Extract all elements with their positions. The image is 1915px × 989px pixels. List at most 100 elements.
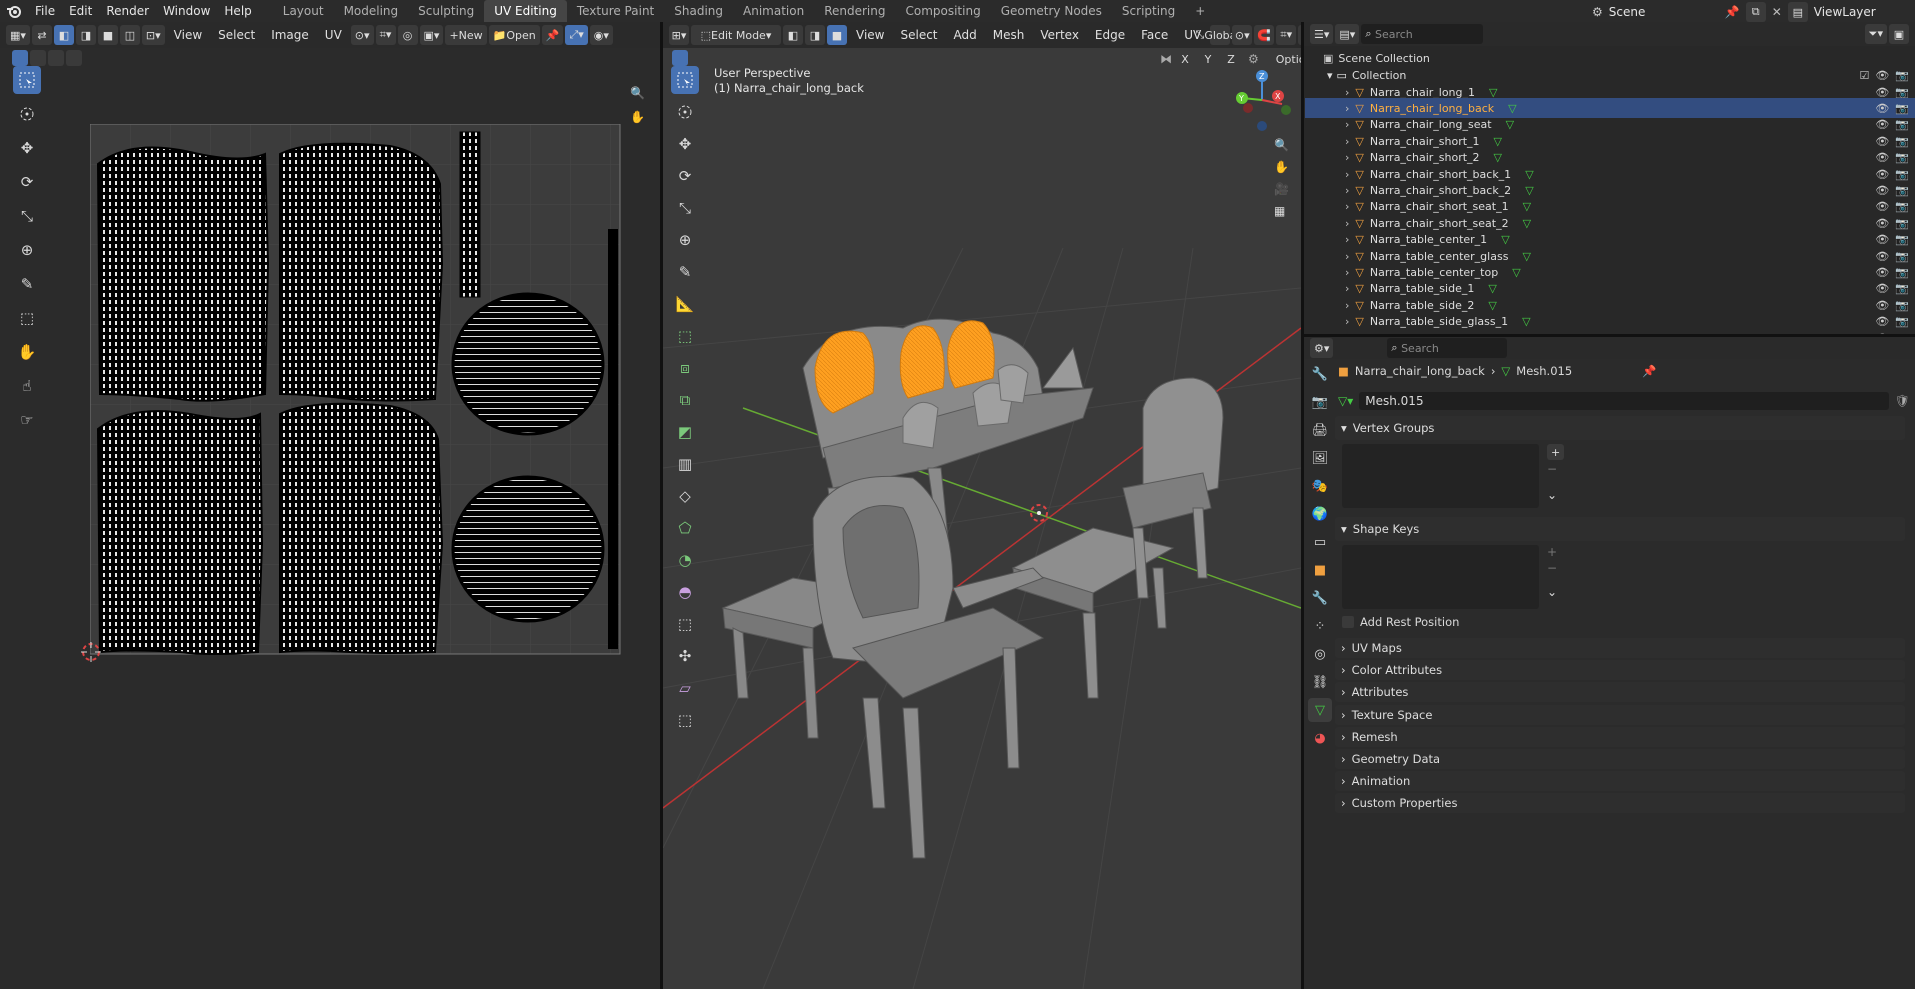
menu-render[interactable]: Render <box>99 0 156 22</box>
view-layer-name[interactable]: ViewLayer <box>1814 5 1904 19</box>
eye-icon[interactable]: 👁 <box>1875 200 1889 213</box>
property-section-header[interactable]: › Attributes <box>1335 682 1905 703</box>
vp-menu-mesh[interactable]: Mesh <box>986 28 1032 42</box>
scene-name[interactable]: Scene <box>1609 5 1719 19</box>
tab-shading[interactable]: Shading <box>664 0 733 22</box>
menu-help[interactable]: Help <box>217 0 258 22</box>
menu-file[interactable]: File <box>28 0 62 22</box>
menu-window[interactable]: Window <box>156 0 217 22</box>
delete-scene-icon[interactable]: ✕ <box>1772 5 1782 19</box>
checkbox-icon[interactable]: ☑ <box>1859 69 1869 82</box>
knife-tool-icon[interactable]: ◇ <box>671 482 699 510</box>
vp-annotate-tool-icon[interactable]: ✎ <box>671 258 699 286</box>
vp-zoom-icon[interactable]: 🔍 <box>1274 138 1289 152</box>
mesh-selector[interactable]: ▽▾ Mesh.015 🛡 <box>1338 391 1910 411</box>
vp-menu-vertex[interactable]: Vertex <box>1033 28 1086 42</box>
uv-menu-image[interactable]: Image <box>264 28 316 42</box>
uv-canvas[interactable] <box>90 124 622 656</box>
expand-chevron-icon[interactable]: › <box>1345 168 1349 181</box>
view-layer-tab-icon[interactable]: 🖼 <box>1308 446 1332 470</box>
select-subtract-icon[interactable] <box>48 50 64 66</box>
property-section-header[interactable]: › Animation <box>1335 771 1905 792</box>
eye-icon[interactable]: 👁 <box>1875 69 1889 82</box>
expand-chevron-icon[interactable]: › <box>1345 200 1349 213</box>
mesh-data-badge-icon[interactable]: ▽ <box>1512 266 1520 279</box>
vertex-groups-list[interactable] <box>1342 444 1539 508</box>
mesh-data-badge-icon[interactable]: ▽ <box>1523 200 1531 213</box>
camera-icon[interactable]: 📷 <box>1895 102 1909 115</box>
open-image-button[interactable]: 📁 Open <box>488 25 540 45</box>
object-tab-icon[interactable]: ■ <box>1308 558 1332 582</box>
physics-tab-icon[interactable]: ◎ <box>1308 642 1332 666</box>
rotate-tool-icon[interactable]: ⟳ <box>13 168 41 196</box>
add-vertex-group-button[interactable]: + <box>1547 444 1565 460</box>
poly-build-tool-icon[interactable]: ⬠ <box>671 514 699 542</box>
mesh-data-badge-icon[interactable]: ▽ <box>1488 282 1496 295</box>
pin-data-icon[interactable]: 📌 <box>1642 364 1656 378</box>
eye-icon[interactable]: 👁 <box>1875 250 1889 263</box>
image-browse-icon[interactable]: ▣▾ <box>419 25 444 45</box>
camera-icon[interactable]: 📷 <box>1895 135 1909 148</box>
bevel-tool-icon[interactable]: ◩ <box>671 418 699 446</box>
proportional-icon[interactable]: ◎ <box>397 25 418 45</box>
pin-icon[interactable]: 📌 <box>1725 5 1740 19</box>
render-tab-icon[interactable]: 📷 <box>1308 390 1332 414</box>
vp-cursor-tool-icon[interactable] <box>671 98 699 126</box>
collection-tab-icon[interactable]: ▭ <box>1308 530 1332 554</box>
shape-keys-list[interactable] <box>1342 545 1539 609</box>
scene-tab-icon[interactable]: 🎭 <box>1308 474 1332 498</box>
filter-icon[interactable]: ⏷▾ <box>1864 24 1887 44</box>
shape-keys-panel-header[interactable]: ▾ Shape Keys <box>1335 517 1905 541</box>
eye-icon[interactable]: 👁 <box>1875 282 1889 295</box>
eye-icon[interactable]: 👁 <box>1875 266 1889 279</box>
add-rest-position-row[interactable]: Add Rest Position <box>1342 615 1459 629</box>
select-new-icon[interactable] <box>12 50 28 66</box>
camera-icon[interactable]: 📷 <box>1895 184 1909 197</box>
select-extend-icon[interactable] <box>30 50 46 66</box>
shear-tool-icon[interactable]: ▱ <box>671 674 699 702</box>
expand-chevron-icon[interactable]: › <box>1345 184 1349 197</box>
viewport-scene[interactable] <box>663 48 1301 989</box>
camera-icon[interactable]: 📷 <box>1895 315 1909 328</box>
modifier-tab-icon[interactable]: 🔧 <box>1308 586 1332 610</box>
expand-chevron-icon[interactable]: › <box>1345 299 1349 312</box>
tab-layout[interactable]: Layout <box>273 0 334 22</box>
vertex-group-menu-icon[interactable]: ⌄ <box>1547 488 1564 502</box>
outliner-search-field[interactable]: ⌕ Search <box>1361 24 1484 44</box>
pivot-icon[interactable]: ⊙▾ <box>350 25 374 45</box>
eye-icon[interactable]: 👁 <box>1875 184 1889 197</box>
mesh-data-badge-icon[interactable]: ▽ <box>1525 168 1533 181</box>
face-mode-icon[interactable]: ■ <box>827 25 847 45</box>
mesh-data-badge-icon[interactable]: ▽ <box>1494 135 1502 148</box>
menu-edit[interactable]: Edit <box>62 0 99 22</box>
spin-tool-icon[interactable]: ◔ <box>671 546 699 574</box>
shape-key-menu-icon[interactable]: ⌄ <box>1547 585 1557 599</box>
expand-chevron-icon[interactable]: › <box>1345 282 1349 295</box>
vp-transform-tool-icon[interactable]: ⊕ <box>671 226 699 254</box>
zoom-icon[interactable]: 🔍 <box>630 86 645 100</box>
tool-tab-icon[interactable]: 🔧 <box>1308 362 1332 386</box>
particles-tab-icon[interactable]: ⁘ <box>1308 614 1332 638</box>
gizmo-icon[interactable]: ⤢▾ <box>565 25 588 45</box>
grab-tool-icon[interactable]: ✋ <box>13 338 41 366</box>
property-section-header[interactable]: › UV Maps <box>1335 638 1905 658</box>
property-section-header[interactable]: › Texture Space <box>1335 704 1905 725</box>
outliner-type-icon[interactable]: ☰▾ <box>1310 24 1334 44</box>
data-tab-icon[interactable]: ▽ <box>1308 698 1332 722</box>
property-section-header[interactable]: › Remesh <box>1335 726 1905 747</box>
annotate-tool-icon[interactable]: ✎ <box>13 270 41 298</box>
mesh-name-field[interactable]: Mesh.015 <box>1359 392 1889 410</box>
edge-slide-tool-icon[interactable]: ⬚ <box>671 610 699 638</box>
rip-tool-icon[interactable]: ⬚ <box>13 304 41 332</box>
vp-menu-select[interactable]: Select <box>893 28 944 42</box>
smooth-tool-icon[interactable]: ◓ <box>671 578 699 606</box>
new-collection-icon[interactable]: ▣ <box>1889 24 1909 44</box>
vp-menu-add[interactable]: Add <box>947 28 984 42</box>
camera-icon[interactable]: 📷 <box>1895 266 1909 279</box>
eye-icon[interactable]: 👁 <box>1875 217 1889 230</box>
mesh-data-badge-icon[interactable]: ▽ <box>1523 217 1531 230</box>
rip-region-tool-icon[interactable]: ⬚ <box>671 706 699 734</box>
relax-tool-icon[interactable]: ☝ <box>13 372 41 400</box>
camera-icon[interactable]: 📷 <box>1895 282 1909 295</box>
tab-scripting[interactable]: Scripting <box>1112 0 1185 22</box>
